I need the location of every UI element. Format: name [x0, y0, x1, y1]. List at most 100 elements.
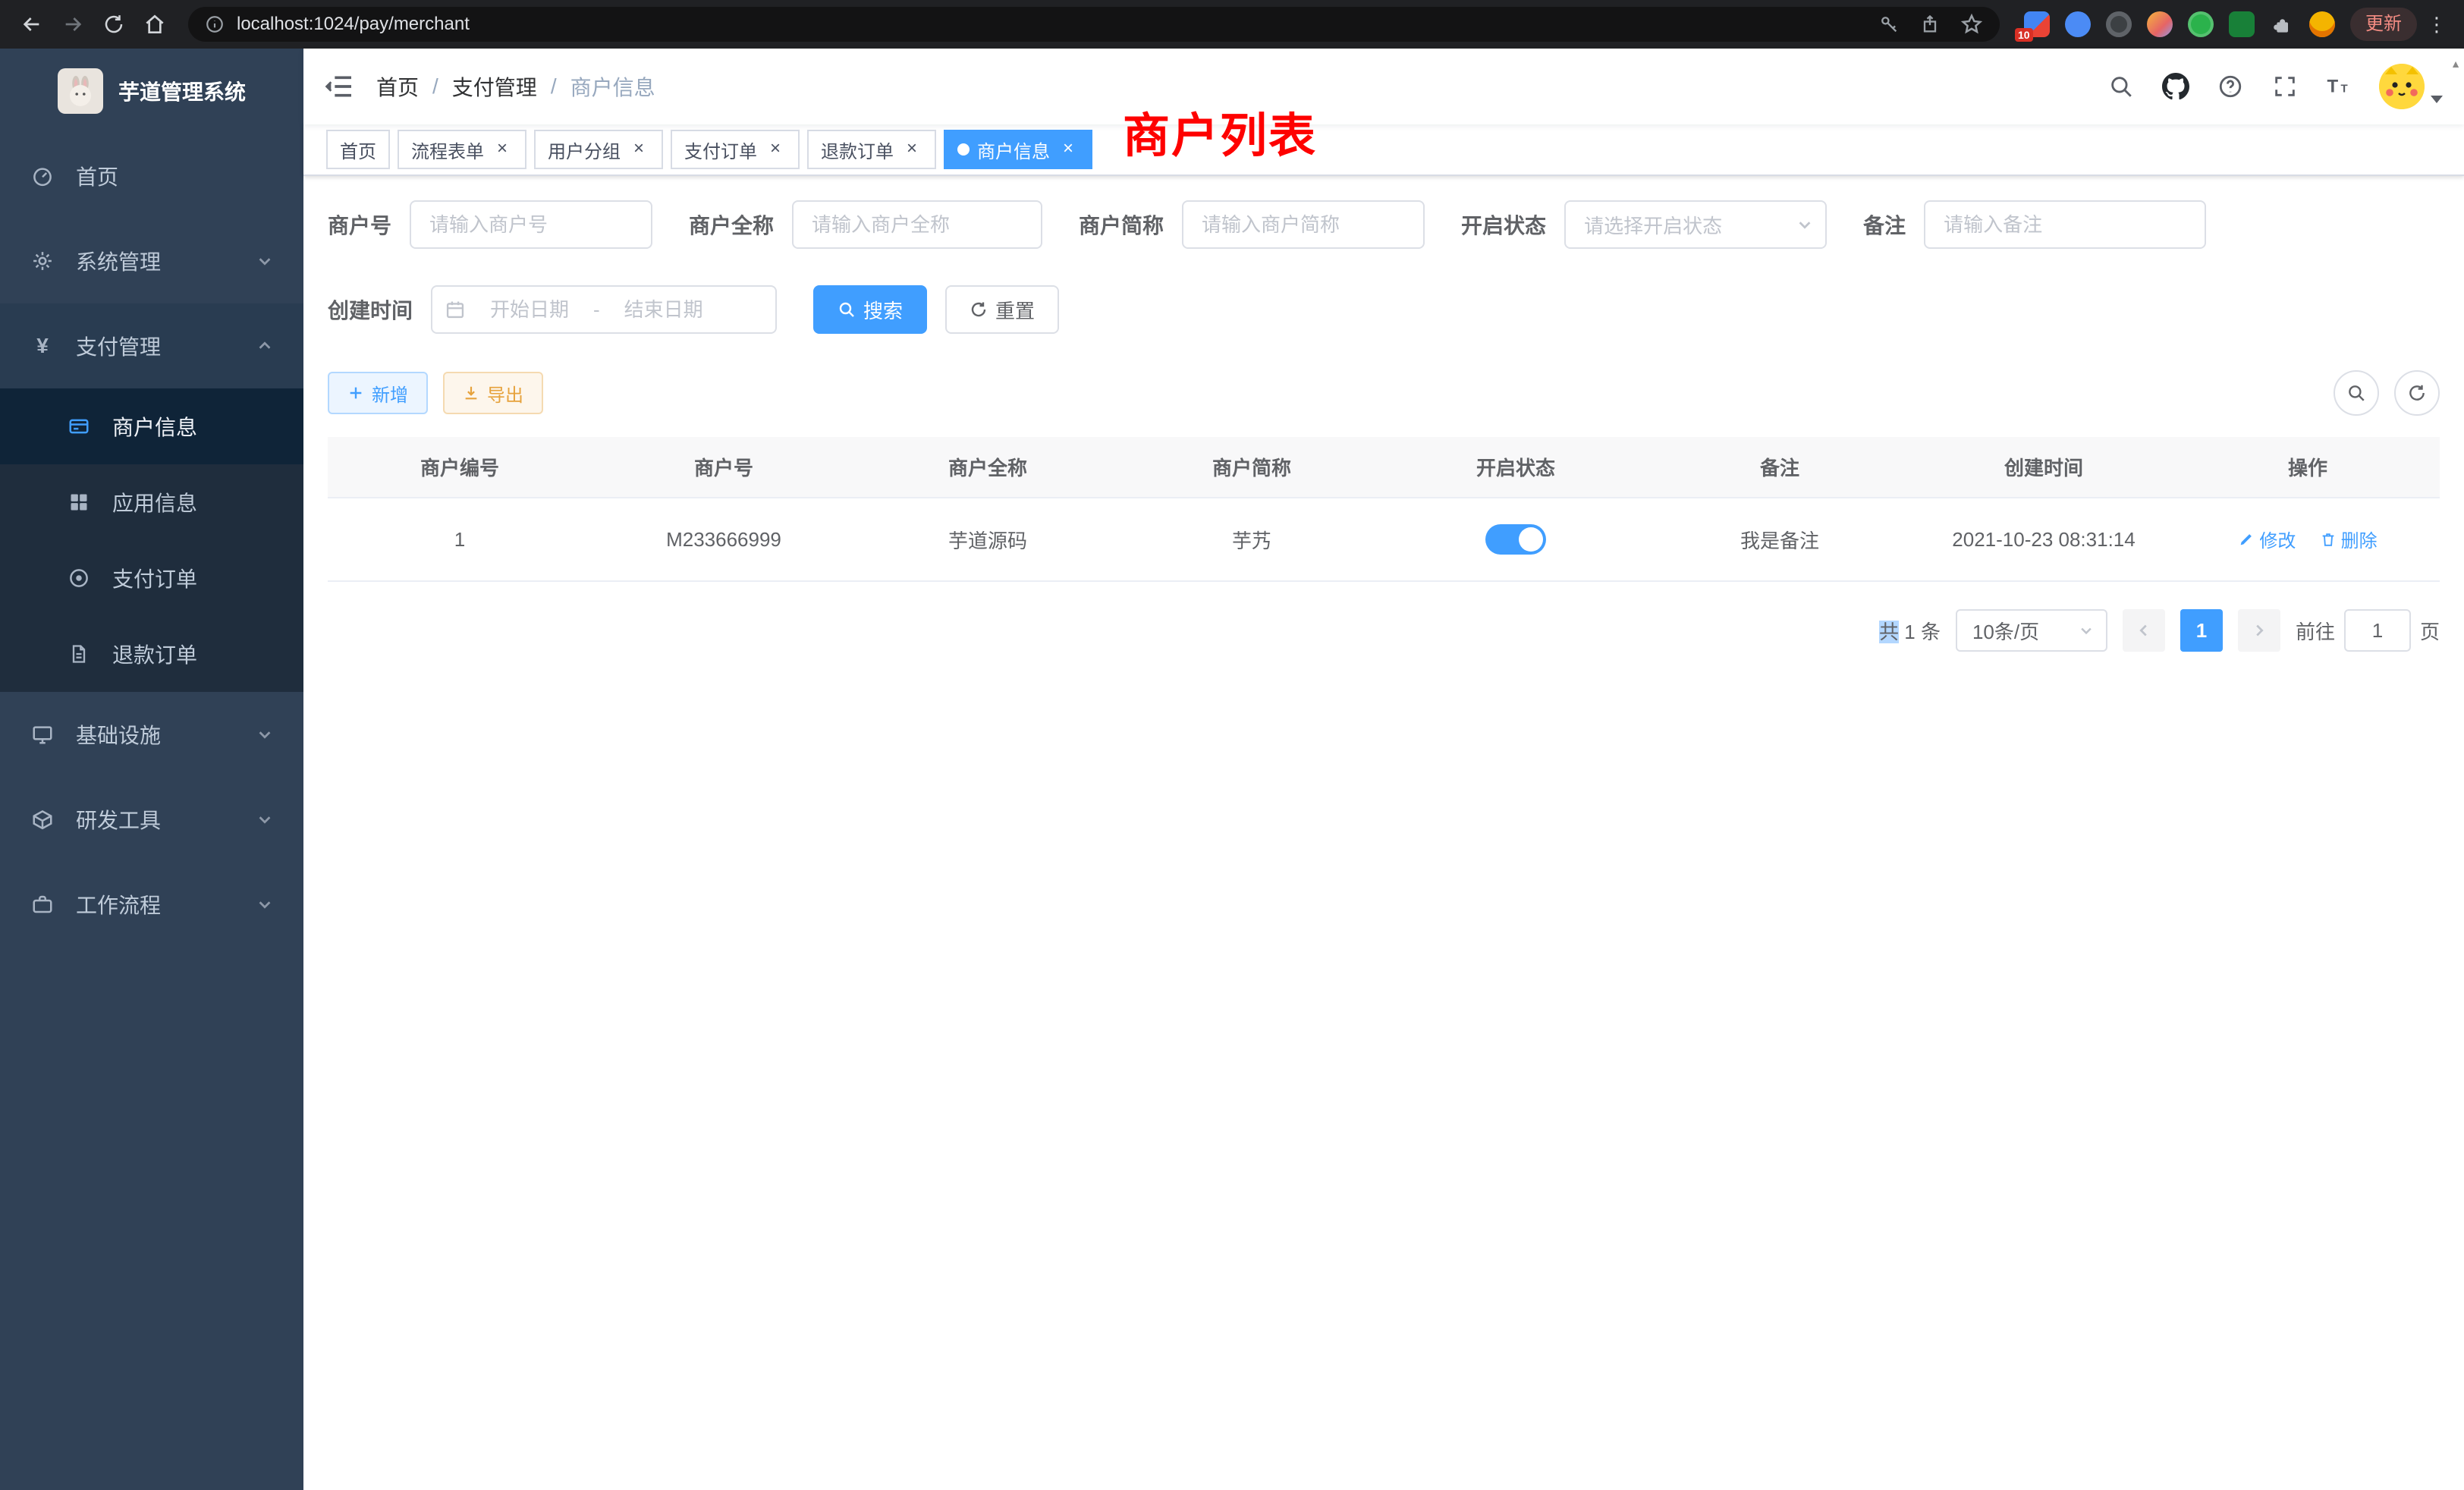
filter-create-time: 创建时间 -	[328, 285, 777, 334]
sidebar-item-merchant-info[interactable]: 商户信息	[0, 388, 303, 464]
merchant-no-input[interactable]	[410, 200, 652, 249]
browser-back-icon[interactable]	[15, 8, 49, 41]
sidebar-item-payment-orders[interactable]: 支付订单	[0, 540, 303, 616]
fullscreen-icon[interactable]	[2270, 71, 2300, 102]
sidebar-item-refund-orders[interactable]: 退款订单	[0, 616, 303, 692]
date-range-picker[interactable]: -	[431, 285, 777, 334]
cell-merchant-no: M233666999	[592, 498, 856, 581]
total-count: 共 1 条	[1879, 617, 1941, 645]
full-name-input[interactable]	[792, 200, 1042, 249]
browser-refresh-icon[interactable]	[97, 8, 130, 41]
extension-icon-2[interactable]	[2065, 11, 2091, 37]
export-button[interactable]: 导出	[443, 372, 543, 414]
scrollbar-up-arrow[interactable]: ▲	[2450, 58, 2461, 70]
tab-process-form[interactable]: 流程表单×	[398, 130, 526, 169]
tags-view: 首页 流程表单× 用户分组× 支付订单× 退款订单× 商户信息×	[303, 124, 2464, 176]
page-content: 商户号 商户全称 商户简称 开启状态 请选择开启状态	[303, 176, 2464, 1490]
sidebar-item-workflow[interactable]: 工作流程	[0, 862, 303, 947]
extensions-puzzle-icon[interactable]	[2270, 12, 2294, 36]
page-annotation: 商户列表	[1123, 97, 1317, 165]
tab-close-icon[interactable]: ×	[765, 139, 786, 160]
add-button[interactable]: 新增	[328, 372, 428, 414]
extension-icon-6[interactable]	[2229, 11, 2255, 37]
toggle-search-button[interactable]	[2334, 370, 2379, 416]
date-end-input[interactable]	[606, 298, 721, 322]
page-size-select[interactable]: 10条/页	[1956, 609, 2107, 652]
url-bar[interactable]: localhost:1024/pay/merchant	[188, 7, 2000, 42]
tab-close-icon[interactable]: ×	[1058, 139, 1079, 160]
grid-icon	[67, 490, 91, 514]
status-toggle[interactable]	[1485, 524, 1546, 555]
tab-home[interactable]: 首页	[326, 130, 390, 169]
next-page-button[interactable]	[2238, 609, 2280, 652]
tab-close-icon[interactable]: ×	[492, 139, 513, 160]
calendar-icon	[445, 299, 466, 320]
cell-short-name: 芋艿	[1120, 498, 1384, 581]
breadcrumb-payment[interactable]: 支付管理	[452, 71, 537, 102]
extension-badge: 10	[2015, 28, 2033, 42]
help-icon[interactable]	[2215, 71, 2246, 102]
cell-status	[1384, 498, 1648, 581]
tab-user-group[interactable]: 用户分组×	[534, 130, 663, 169]
status-select[interactable]: 请选择开启状态	[1564, 200, 1827, 249]
top-navbar: 首页 / 支付管理 / 商户信息 TT	[303, 49, 2464, 124]
sidebar-item-home[interactable]: 首页	[0, 134, 303, 218]
tab-payment-orders[interactable]: 支付订单×	[671, 130, 800, 169]
delete-link[interactable]: 删除	[2320, 526, 2378, 552]
browser-profile-avatar[interactable]	[2309, 11, 2335, 37]
active-tab-dot	[957, 143, 970, 156]
tab-close-icon[interactable]: ×	[901, 139, 922, 160]
app-logo[interactable]: 芋道管理系统	[0, 49, 303, 134]
browser-menu-icon[interactable]: ⋮	[2425, 13, 2449, 36]
breadcrumb-home[interactable]: 首页	[376, 71, 419, 102]
svg-text:T: T	[2341, 83, 2348, 96]
date-start-input[interactable]	[472, 298, 587, 322]
search-button[interactable]: 搜索	[813, 285, 927, 334]
user-menu[interactable]	[2379, 64, 2443, 109]
browser-forward-icon[interactable]	[56, 8, 90, 41]
record-circle-icon	[67, 566, 91, 590]
short-name-input[interactable]	[1182, 200, 1425, 249]
tab-close-icon[interactable]: ×	[628, 139, 649, 160]
font-size-icon[interactable]: TT	[2324, 71, 2355, 102]
refresh-icon	[2407, 383, 2427, 403]
extension-icon-3[interactable]	[2106, 11, 2132, 37]
cell-actions: 修改 删除	[2176, 498, 2440, 581]
search-icon	[2346, 383, 2366, 403]
hamburger-icon[interactable]	[325, 71, 355, 102]
logo-image	[58, 68, 103, 114]
sidebar-item-app-info[interactable]: 应用信息	[0, 464, 303, 540]
page-number-button[interactable]: 1	[2180, 609, 2223, 652]
edit-link[interactable]: 修改	[2238, 526, 2296, 552]
share-icon[interactable]	[1919, 14, 1941, 35]
search-icon[interactable]	[2106, 71, 2136, 102]
github-icon[interactable]	[2161, 71, 2191, 102]
refresh-table-button[interactable]	[2394, 370, 2440, 416]
tab-merchant-info[interactable]: 商户信息×	[944, 130, 1092, 169]
remark-input[interactable]	[1924, 200, 2206, 249]
cell-full-name: 芋道源码	[856, 498, 1120, 581]
sidebar-item-infrastructure[interactable]: 基础设施	[0, 692, 303, 777]
bookmark-star-icon[interactable]	[1960, 13, 1983, 36]
site-info-icon[interactable]	[205, 14, 225, 34]
extension-icon-1[interactable]: 10	[2024, 11, 2050, 37]
download-icon	[463, 385, 479, 401]
tab-refund-orders[interactable]: 退款订单×	[807, 130, 936, 169]
cell-create-time: 2021-10-23 08:31:14	[1912, 498, 2176, 581]
url-text: localhost:1024/pay/merchant	[237, 14, 1866, 35]
chevron-down-icon	[1796, 216, 1813, 233]
browser-extensions: 10	[2024, 11, 2335, 37]
goto-page-input[interactable]	[2344, 609, 2411, 652]
prev-page-button[interactable]	[2123, 609, 2165, 652]
browser-home-icon[interactable]	[138, 8, 171, 41]
extension-icon-5[interactable]	[2188, 11, 2214, 37]
sidebar-item-payment[interactable]: ¥ 支付管理	[0, 303, 303, 388]
password-key-icon[interactable]	[1878, 14, 1900, 35]
sidebar-item-dev-tools[interactable]: 研发工具	[0, 777, 303, 862]
dashboard-icon	[30, 164, 55, 188]
reset-button[interactable]: 重置	[945, 285, 1059, 334]
sidebar-item-system[interactable]: 系统管理	[0, 218, 303, 303]
extension-icon-4[interactable]	[2147, 11, 2173, 37]
browser-update-button[interactable]: 更新	[2350, 8, 2417, 41]
breadcrumb-current: 商户信息	[570, 71, 655, 102]
